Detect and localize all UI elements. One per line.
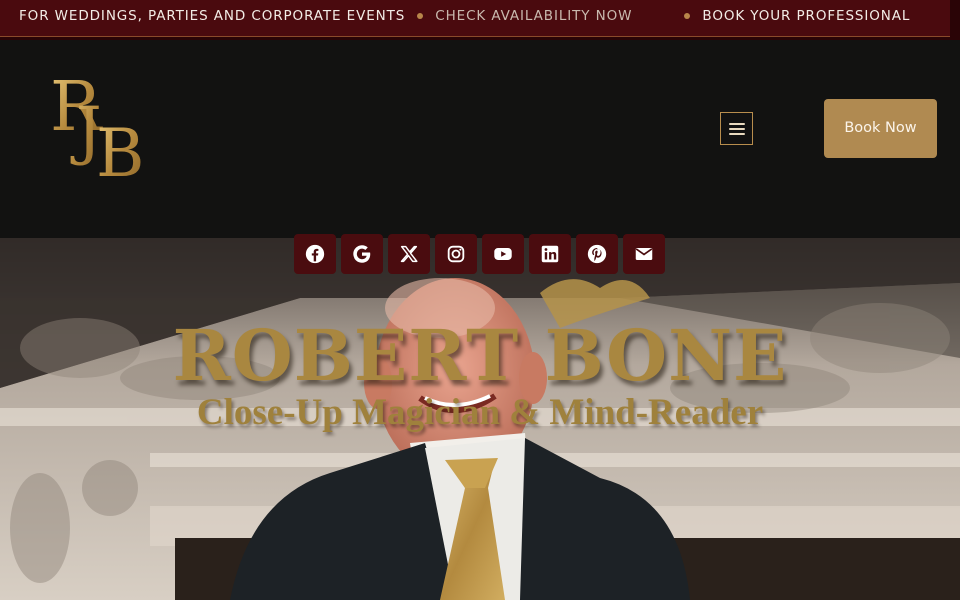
ticker-bar: FOR WEDDINGS, PARTIES AND CORPORATE EVEN… (0, 0, 950, 37)
book-now-button[interactable]: Book Now (824, 99, 937, 158)
site-header: R J B Book Now (0, 40, 960, 240)
youtube-icon[interactable] (482, 234, 524, 274)
ticker-item: BOOK YOUR PROFESSIONAL (702, 8, 911, 24)
hamburger-menu-icon[interactable] (720, 112, 753, 145)
pinterest-icon[interactable] (576, 234, 618, 274)
google-icon[interactable] (341, 234, 383, 274)
rjb-monogram-logo[interactable]: R J B (50, 68, 160, 192)
ticker-track: FOR WEDDINGS, PARTIES AND CORPORATE EVEN… (19, 8, 910, 24)
ticker-item: FOR WEDDINGS, PARTIES AND CORPORATE EVEN… (19, 8, 406, 24)
ticker-item[interactable]: CHECK AVAILABILITY NOW (435, 8, 632, 24)
facebook-icon[interactable] (294, 234, 336, 274)
envelope-icon[interactable] (623, 234, 665, 274)
announcement-ticker: FOR WEDDINGS, PARTIES AND CORPORATE EVEN… (0, 0, 960, 40)
linkedin-icon[interactable] (529, 234, 571, 274)
hero-title: ROBERT BONE (172, 314, 788, 397)
instagram-icon[interactable] (435, 234, 477, 274)
social-links (294, 234, 665, 274)
x-twitter-icon[interactable] (388, 234, 430, 274)
ticker-dot-icon (684, 13, 691, 19)
svg-text:B: B (96, 115, 145, 180)
ticker-dot-icon (417, 13, 424, 19)
hero-subtitle: Close-Up Magician & Mind-Reader (196, 392, 764, 433)
